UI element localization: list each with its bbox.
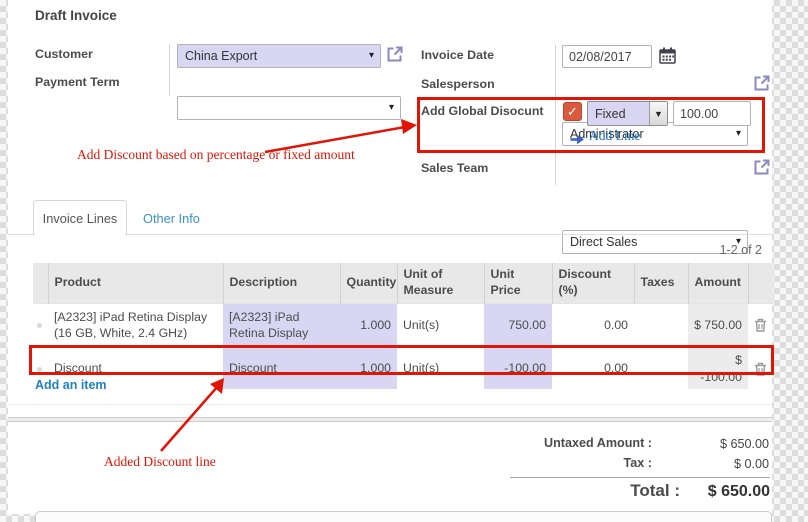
cell-product[interactable]: [A2323] iPad Retina Display (16 GB, Whit… <box>48 303 223 347</box>
sales-team-external-link-icon[interactable] <box>752 157 772 177</box>
cell-description[interactable]: Discount <box>223 347 340 389</box>
cell-discount[interactable]: 0.00 <box>552 303 634 347</box>
discount-type-select[interactable]: Fixed ▼ <box>587 101 668 126</box>
header-product: Product <box>48 263 223 303</box>
tab-other-info[interactable]: Other Info <box>143 211 200 226</box>
cell-amount[interactable]: $ -100.00 <box>688 347 748 389</box>
chevron-down-icon: ▼ <box>649 102 667 125</box>
divider <box>8 404 772 405</box>
header-discount: Discount (%) <box>552 263 634 303</box>
cell-description[interactable]: [A2323] iPad Retina Display <box>223 303 340 347</box>
payment-term-label: Payment Term <box>35 75 119 89</box>
table-row-discount: Discount Discount 1.000 Unit(s) -100.00 … <box>33 347 773 389</box>
bottom-panel-edge <box>35 511 772 522</box>
tax-value: $ 0.00 <box>619 457 769 471</box>
cell-uom[interactable]: Unit(s) <box>397 347 484 389</box>
total-value: $ 650.00 <box>620 483 770 501</box>
row-drag-handle[interactable] <box>33 303 48 347</box>
form-separator-left <box>169 44 170 96</box>
add-line-link[interactable]: Add Line <box>589 128 640 144</box>
header-amount: Amount <box>688 263 748 303</box>
customer-external-link-icon[interactable] <box>385 44 405 64</box>
cell-unit-price[interactable]: 750.00 <box>484 303 552 347</box>
header-actions <box>748 263 773 303</box>
add-item-link[interactable]: Add an item <box>35 378 107 392</box>
invoice-date-label: Invoice Date <box>421 48 494 62</box>
cell-quantity[interactable]: 1.000 <box>340 303 397 347</box>
invoice-lines-table: Product Description Quantity Unit of Mea… <box>33 263 773 389</box>
header-uom: Unit of Measure <box>397 263 484 303</box>
add-line-arrow-icon <box>570 134 585 145</box>
header-quantity: Quantity <box>340 263 397 303</box>
tab-invoice-lines-label: Invoice Lines <box>43 211 118 226</box>
pager: 1-2 of 2 <box>612 243 762 257</box>
cell-discount[interactable]: 0.00 <box>552 347 634 389</box>
invoice-date-input[interactable] <box>562 45 652 68</box>
annotation-added-line-note: Added Discount line <box>104 454 216 470</box>
sales-team-label: Sales Team <box>421 161 488 175</box>
salesperson-label: Salesperson <box>421 77 495 91</box>
calendar-icon[interactable] <box>659 47 676 64</box>
discount-amount-input[interactable] <box>673 101 751 126</box>
customer-select[interactable]: China Export <box>177 44 381 68</box>
table-header-row: Product Description Quantity Unit of Mea… <box>33 263 773 303</box>
global-discount-checkbox[interactable]: ✓ <box>563 102 582 121</box>
salesperson-external-link-icon[interactable] <box>752 73 772 93</box>
customer-value: China Export <box>185 49 257 63</box>
trash-icon <box>754 318 767 332</box>
handle-column-header <box>33 263 48 303</box>
form-separator-right <box>555 45 556 185</box>
cell-uom[interactable]: Unit(s) <box>397 303 484 347</box>
untaxed-amount-value: $ 650.00 <box>619 437 769 451</box>
customer-label: Customer <box>35 47 93 61</box>
cell-taxes[interactable] <box>634 303 688 347</box>
trash-icon <box>754 362 767 376</box>
cell-quantity[interactable]: 1.000 <box>340 347 397 389</box>
discount-type-value: Fixed <box>588 102 649 125</box>
screenshot-root: Draft Invoice Customer China Export Paym… <box>0 0 808 522</box>
annotation-arrow-2 <box>150 374 240 454</box>
header-taxes: Taxes <box>634 263 688 303</box>
delete-row-button[interactable] <box>748 303 773 347</box>
cell-unit-price[interactable]: -100.00 <box>484 347 552 389</box>
page-title: Draft Invoice <box>35 8 117 23</box>
annotation-arrow-1 <box>255 115 425 160</box>
totals-divider-band <box>8 417 772 422</box>
table-row-ipad: [A2323] iPad Retina Display (16 GB, Whit… <box>33 303 773 347</box>
total-separator <box>510 477 770 478</box>
header-unit-price: Unit Price <box>484 263 552 303</box>
cell-taxes[interactable] <box>634 347 688 389</box>
global-discount-label: Add Global Disocunt <box>421 104 544 118</box>
header-description: Description <box>223 263 340 303</box>
delete-row-button[interactable] <box>748 347 773 389</box>
tab-invoice-lines[interactable]: Invoice Lines <box>33 200 127 235</box>
cell-amount[interactable]: $ 750.00 <box>688 303 748 347</box>
